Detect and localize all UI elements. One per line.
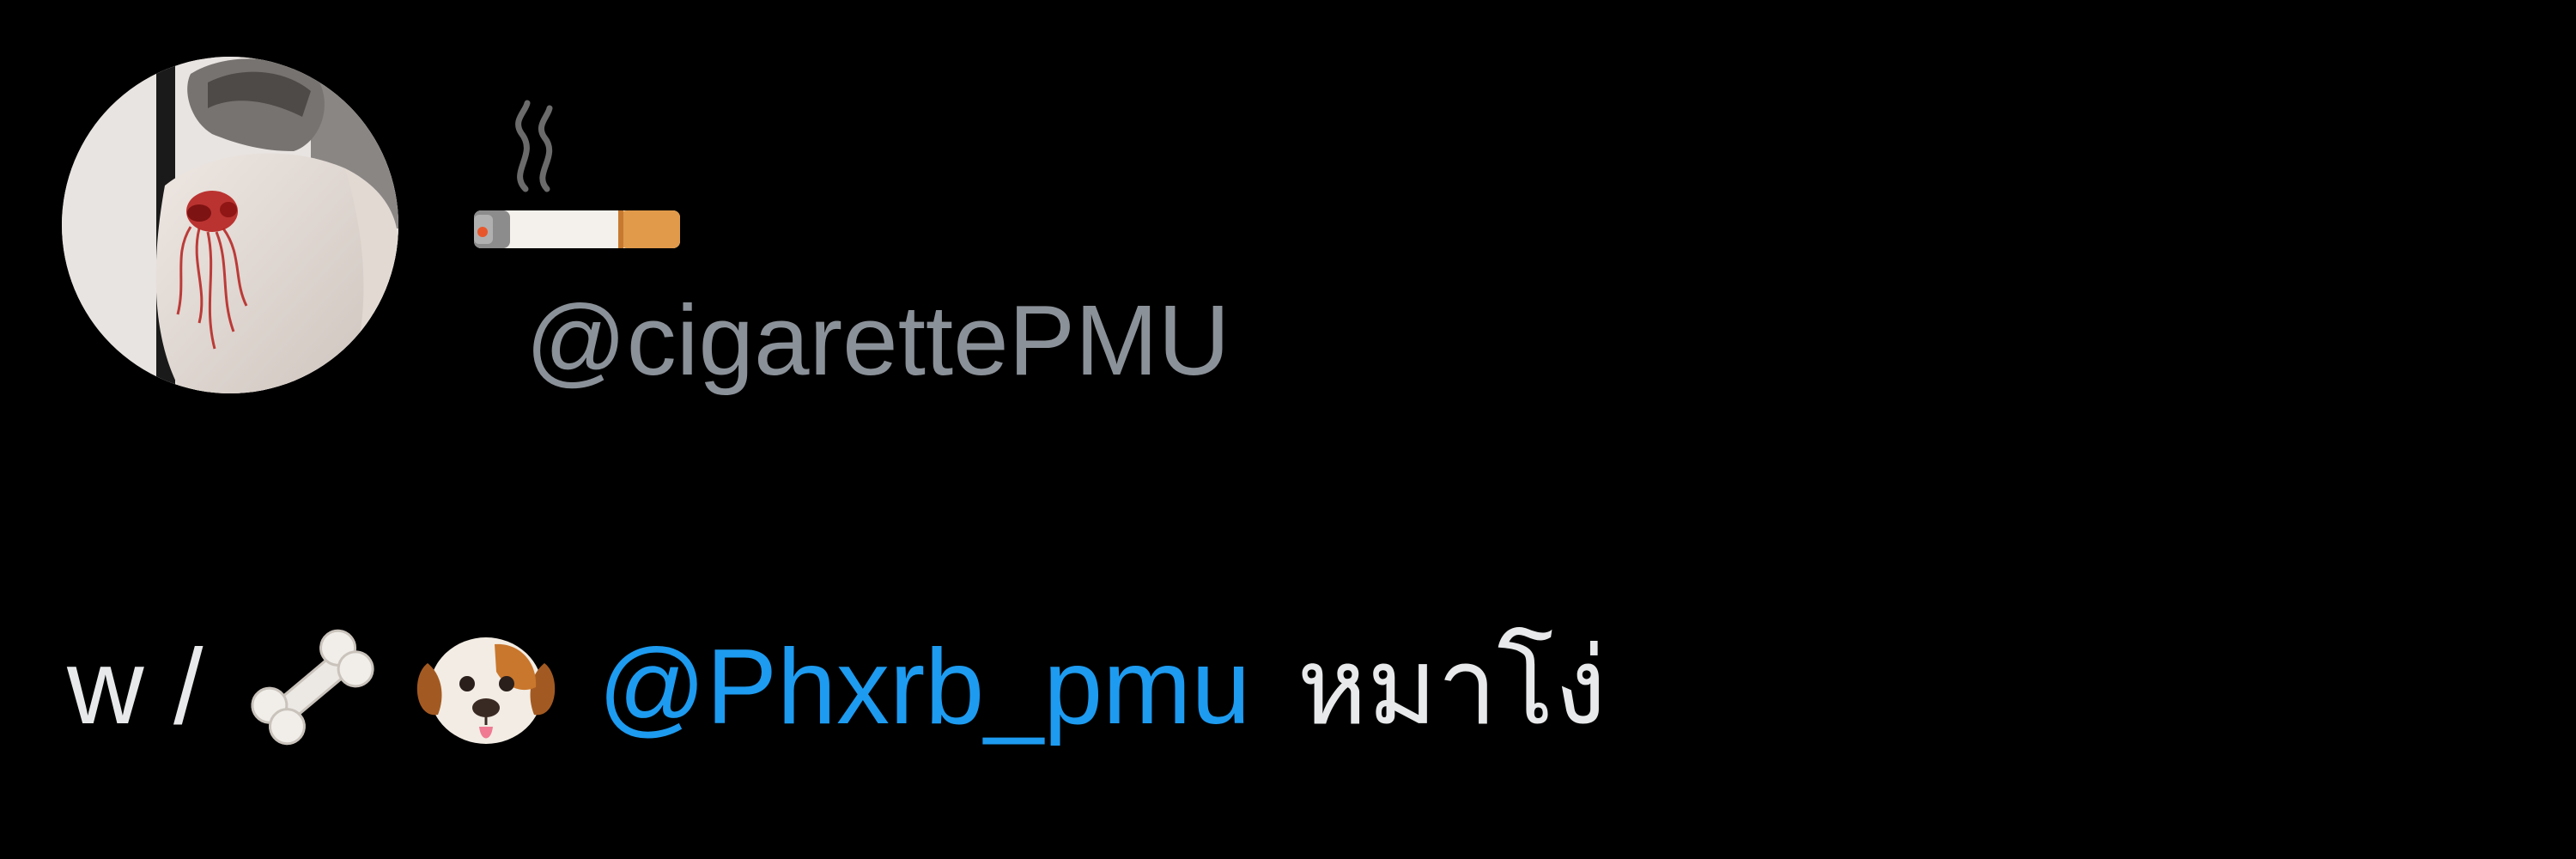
smoke-icon xyxy=(515,100,553,192)
cigarette-icon xyxy=(474,210,680,248)
display-name[interactable] xyxy=(465,94,689,283)
author-handle[interactable]: @cigarettePMU xyxy=(526,290,1230,390)
avatar[interactable] xyxy=(62,57,398,393)
tweet-prefix: w / xyxy=(67,628,204,746)
tweet-text-thai: หมาโง่ xyxy=(1297,625,1607,749)
tweet-text: w / @Phxrb_pmu หมาโง่ xyxy=(67,601,1607,773)
bone-icon xyxy=(237,612,388,763)
dog-face-icon xyxy=(410,612,562,763)
tweet-header: @cigarettePMU xyxy=(62,57,1436,417)
mention-link[interactable]: @Phxrb_pmu xyxy=(598,634,1250,740)
